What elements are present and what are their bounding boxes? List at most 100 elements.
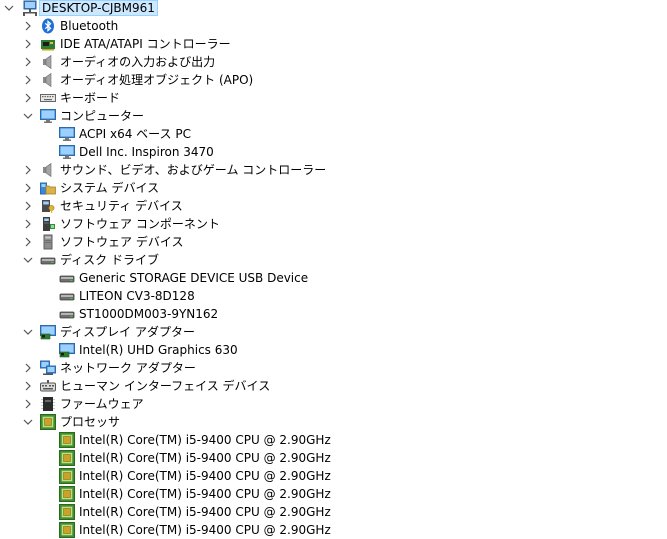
chevron-right-icon[interactable] [21,89,35,107]
device-row[interactable]: Intel(R) Core(TM) i5-9400 CPU @ 2.90GHz [0,503,667,521]
chevron-right-icon[interactable] [21,359,35,377]
computer-network-icon [22,0,38,16]
display-adapter-icon [59,342,75,358]
chevron-right-icon[interactable] [21,233,35,251]
category-row[interactable]: ディスプレイ アダプター [0,323,667,341]
category-row[interactable]: ネットワーク アダプター [0,359,667,377]
hid-icon [40,378,56,394]
category-label: システム デバイス [60,181,160,195]
device-label: Generic STORAGE DEVICE USB Device [79,271,309,285]
category-label: ディスプレイ アダプター [60,325,195,339]
speaker-icon [40,162,56,178]
category-label: オーディオ処理オブジェクト (APO) [60,73,254,87]
software-device-icon [40,234,56,250]
monitor-icon [59,144,75,160]
category-label: IDE ATA/ATAPI コントローラー [60,37,231,51]
device-label: ACPI x64 ベース PC [79,127,191,141]
speaker-icon [40,72,56,88]
device-label: Intel(R) Core(TM) i5-9400 CPU @ 2.90GHz [79,487,331,501]
device-row[interactable]: Intel(R) Core(TM) i5-9400 CPU @ 2.90GHz [0,521,667,539]
processor-icon [59,522,75,538]
computer-name-label: DESKTOP-CJBM961 [39,0,158,16]
category-row[interactable]: コンピューター [0,107,667,125]
processor-icon [59,450,75,466]
category-label: プロセッサ [60,415,121,429]
device-row[interactable]: Dell Inc. Inspiron 3470 [0,143,667,161]
category-row[interactable]: ソフトウェア コンポーネント [0,215,667,233]
device-label: Intel(R) Core(TM) i5-9400 CPU @ 2.90GHz [79,469,331,483]
category-label: ファームウェア [60,397,144,411]
device-label: LITEON CV3-8D128 [79,289,195,303]
chevron-down-icon[interactable] [2,0,16,17]
device-row[interactable]: Intel(R) Core(TM) i5-9400 CPU @ 2.90GHz [0,431,667,449]
processor-icon [59,504,75,520]
processor-icon [40,414,56,430]
category-row[interactable]: サウンド、ビデオ、およびゲーム コントローラー [0,161,667,179]
chevron-down-icon[interactable] [21,107,35,125]
firmware-icon [40,396,56,412]
tree-root-row[interactable]: DESKTOP-CJBM961 [0,0,667,17]
chevron-right-icon[interactable] [21,17,35,35]
device-row[interactable]: Intel(R) UHD Graphics 630 [0,341,667,359]
device-row[interactable]: Generic STORAGE DEVICE USB Device [0,269,667,287]
device-row[interactable]: Intel(R) Core(TM) i5-9400 CPU @ 2.90GHz [0,467,667,485]
category-row[interactable]: プロセッサ [0,413,667,431]
disk-drive-icon [59,306,75,322]
monitor-icon [40,108,56,124]
device-row[interactable]: ST1000DM003-9YN162 [0,305,667,323]
chevron-right-icon[interactable] [21,161,35,179]
processor-icon [59,468,75,484]
category-row[interactable]: キーボード [0,89,667,107]
chevron-right-icon[interactable] [21,35,35,53]
category-label: ネットワーク アダプター [60,361,196,375]
category-row[interactable]: オーディオの入力および出力 [0,53,667,71]
chevron-right-icon[interactable] [21,377,35,395]
chevron-right-icon[interactable] [21,395,35,413]
keyboard-icon [40,90,56,106]
category-label: ヒューマン インターフェイス デバイス [60,379,271,393]
category-label: キーボード [60,91,121,105]
category-row[interactable]: ファームウェア [0,395,667,413]
device-row[interactable]: Intel(R) Core(TM) i5-9400 CPU @ 2.90GHz [0,449,667,467]
device-row[interactable]: Intel(R) Core(TM) i5-9400 CPU @ 2.90GHz [0,485,667,503]
device-label: Intel(R) Core(TM) i5-9400 CPU @ 2.90GHz [79,433,331,447]
ide-controller-icon [40,36,56,52]
category-row[interactable]: Bluetooth [0,17,667,35]
category-row[interactable]: ヒューマン インターフェイス デバイス [0,377,667,395]
system-folder-icon [40,180,56,196]
category-row[interactable]: ソフトウェア デバイス [0,233,667,251]
device-label: Intel(R) UHD Graphics 630 [79,343,238,357]
chevron-right-icon[interactable] [21,53,35,71]
security-key-icon [40,198,56,214]
category-row[interactable]: ディスク ドライブ [0,251,667,269]
device-row[interactable]: ACPI x64 ベース PC [0,125,667,143]
disk-drive-icon [59,288,75,304]
chevron-right-icon[interactable] [21,179,35,197]
category-label: ソフトウェア コンポーネント [60,217,220,231]
disk-drive-icon [40,252,56,268]
category-label: セキュリティ デバイス [60,199,183,213]
chevron-down-icon[interactable] [21,251,35,269]
software-component-icon [40,216,56,232]
processor-icon [59,432,75,448]
device-row[interactable]: LITEON CV3-8D128 [0,287,667,305]
category-row[interactable]: オーディオ処理オブジェクト (APO) [0,71,667,89]
chevron-right-icon[interactable] [21,71,35,89]
device-label: Dell Inc. Inspiron 3470 [79,145,214,159]
chevron-right-icon[interactable] [21,215,35,233]
speaker-icon [40,54,56,70]
chevron-right-icon[interactable] [21,197,35,215]
device-tree: DESKTOP-CJBM961 Bluetooth IDE ATA/ATAPI コン… [0,0,667,538]
category-row[interactable]: IDE ATA/ATAPI コントローラー [0,35,667,53]
network-adapter-icon [40,360,56,376]
chevron-down-icon[interactable] [21,413,35,431]
category-label: サウンド、ビデオ、およびゲーム コントローラー [60,163,327,177]
chevron-down-icon[interactable] [21,323,35,341]
device-label: Intel(R) Core(TM) i5-9400 CPU @ 2.90GHz [79,451,331,465]
category-label: コンピューター [60,109,145,123]
category-label: ディスク ドライブ [60,253,159,267]
category-row[interactable]: セキュリティ デバイス [0,197,667,215]
bluetooth-icon [40,18,56,34]
category-label: オーディオの入力および出力 [60,55,216,69]
category-row[interactable]: システム デバイス [0,179,667,197]
